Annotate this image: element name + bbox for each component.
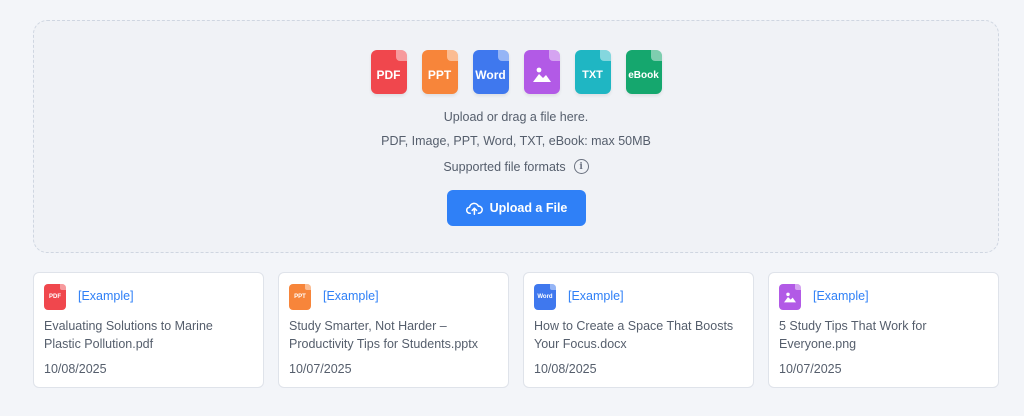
example-tag: [Example]: [813, 289, 869, 303]
supported-formats-row: Supported file formats i: [34, 159, 998, 174]
ppt-file-icon: PPT: [289, 284, 311, 310]
pdf-file-icon: PDF: [370, 50, 407, 94]
word-file-icon: Word: [472, 50, 509, 94]
picture-icon: [784, 292, 796, 303]
supported-format-icons: PDF PPT Word TXT eBook: [34, 50, 998, 94]
example-title: Study Smarter, Not Harder – Productivity…: [289, 319, 478, 351]
example-title: Evaluating Solutions to Marine Plastic P…: [44, 319, 213, 351]
example-date: 10/08/2025: [534, 362, 597, 376]
picture-icon: [532, 67, 551, 82]
example-title: 5 Study Tips That Work for Everyone.png: [779, 319, 927, 351]
example-card-word[interactable]: Word [Example] How to Create a Space Tha…: [523, 272, 754, 388]
ebook-file-icon: eBook: [625, 50, 662, 94]
upload-dropzone[interactable]: PDF PPT Word TXT eBook Upload or drag a …: [33, 20, 999, 253]
word-file-icon: Word: [534, 284, 556, 310]
upload-file-button[interactable]: Upload a File: [447, 190, 586, 226]
image-file-icon: [779, 284, 801, 310]
example-tag: [Example]: [78, 289, 134, 303]
example-tag: [Example]: [323, 289, 379, 303]
example-date: 10/07/2025: [289, 362, 352, 376]
example-date: 10/07/2025: [779, 362, 842, 376]
supported-formats-label: Supported file formats: [443, 159, 566, 174]
cloud-upload-icon: [465, 202, 483, 215]
example-card-pdf[interactable]: PDF [Example] Evaluating Solutions to Ma…: [33, 272, 264, 388]
info-icon[interactable]: i: [573, 159, 589, 174]
example-tag: [Example]: [568, 289, 624, 303]
txt-file-icon: TXT: [574, 50, 611, 94]
upload-limits: PDF, Image, PPT, Word, TXT, eBook: max 5…: [381, 134, 651, 148]
image-file-icon: [523, 50, 560, 94]
ppt-file-icon: PPT: [421, 50, 458, 94]
upload-file-button-label: Upload a File: [489, 201, 568, 215]
example-card-image[interactable]: [Example] 5 Study Tips That Work for Eve…: [768, 272, 999, 388]
example-card-ppt[interactable]: PPT [Example] Study Smarter, Not Harder …: [278, 272, 509, 388]
example-date: 10/08/2025: [44, 362, 107, 376]
pdf-file-icon: PDF: [44, 284, 66, 310]
upload-instruction: Upload or drag a file here.: [443, 110, 589, 124]
example-title: How to Create a Space That Boosts Your F…: [534, 319, 734, 351]
